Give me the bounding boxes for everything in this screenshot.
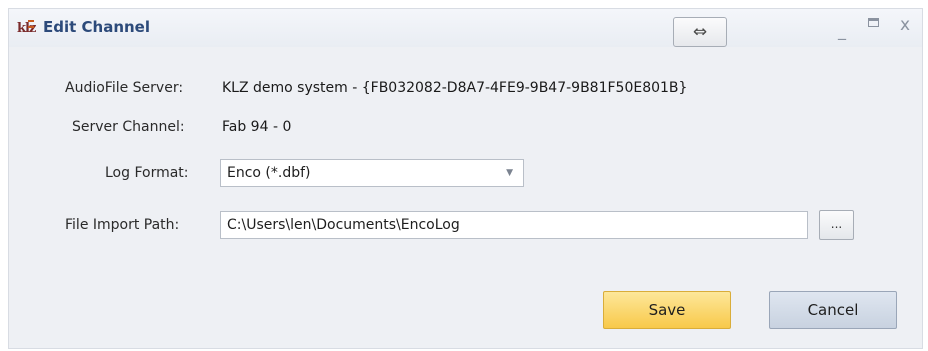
resize-arrows-icon: ⇔: [692, 22, 708, 42]
server-channel-value: Fab 94 - 0: [222, 119, 292, 135]
log-format-value: Enco (*.dbf): [227, 165, 311, 181]
minimize-icon[interactable]: _: [838, 21, 846, 40]
app-logo-icon: klz: [17, 20, 36, 36]
edit-channel-dialog: klz Edit Channel ⇔ _ x AudioFile Server:…: [8, 8, 923, 349]
log-format-label: Log Format:: [105, 165, 189, 181]
file-import-path-label: File Import Path:: [65, 217, 180, 233]
cancel-button[interactable]: Cancel: [769, 291, 897, 329]
server-channel-label: Server Channel:: [72, 119, 185, 135]
maximize-icon[interactable]: [868, 18, 879, 27]
title-bar[interactable]: klz Edit Channel ⇔ _ x: [9, 9, 922, 47]
browse-button[interactable]: ...: [819, 210, 854, 240]
audiofile-server-label: AudioFile Server:: [65, 80, 184, 96]
close-icon[interactable]: x: [900, 15, 910, 35]
chevron-down-icon[interactable]: ▼: [506, 168, 513, 178]
log-format-select[interactable]: Enco (*.dbf) ▼: [220, 159, 524, 187]
dialog-title: Edit Channel: [43, 18, 150, 36]
audiofile-server-value: KLZ demo system - {FB032082-D8A7-4FE9-9B…: [222, 80, 688, 96]
save-button[interactable]: Save: [603, 291, 731, 329]
file-import-path-value: C:\Users\len\Documents\EncoLog: [227, 217, 460, 233]
file-import-path-input[interactable]: C:\Users\len\Documents\EncoLog: [220, 211, 808, 239]
resize-button[interactable]: ⇔: [673, 17, 727, 47]
